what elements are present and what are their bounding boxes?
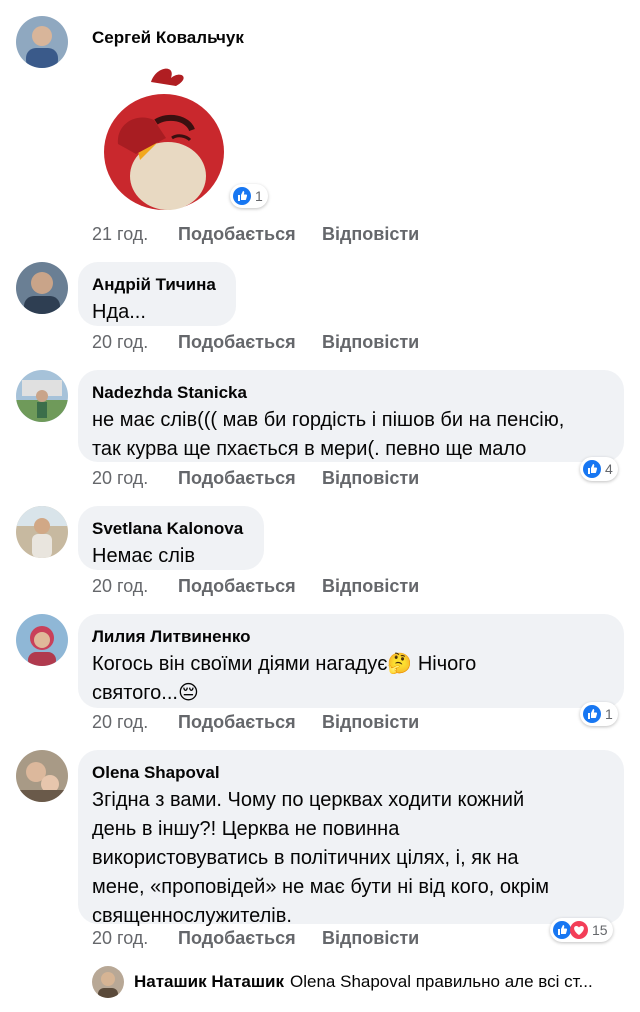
- comment-text-line: святого...😔: [92, 682, 199, 704]
- reply-preview[interactable]: Наташик Наташик Olena Shapoval правильно…: [92, 966, 593, 998]
- comment-text-line: Згідна з вами. Чому по церквах ходити ко…: [92, 789, 525, 811]
- comment-meta: 20 год. Подобається Відповісти: [92, 332, 419, 353]
- comment-bubble: Olena Shapoval Згідна з вами. Чому по це…: [78, 750, 624, 927]
- comment-text-line: не має слів((( мав би гордість і пішов б…: [92, 409, 565, 431]
- avatar[interactable]: [16, 16, 68, 68]
- comment-text: Згідна з вами. Чому по церквах ходити ко…: [92, 786, 610, 931]
- reaction-count-value: 4: [605, 461, 613, 477]
- like-button[interactable]: Подобається: [178, 224, 322, 245]
- comment-time[interactable]: 20 год.: [92, 468, 178, 489]
- comment-text: не має слів((( мав би гордість і пішов б…: [92, 406, 610, 464]
- comment-meta: 20 год. Подобається Відповісти: [92, 468, 419, 489]
- comment-author[interactable]: Olena Shapoval: [92, 762, 610, 784]
- comment-time[interactable]: 20 год.: [92, 332, 178, 353]
- comment-meta: 20 год. Подобається Відповісти: [92, 928, 419, 949]
- comment-author[interactable]: Nadezhda Stanicka: [92, 382, 610, 404]
- angry-bird-sticker: [96, 64, 226, 214]
- reaction-count[interactable]: 1: [230, 184, 268, 208]
- comment-text-line: використовуватись в політичних цілях, і,…: [92, 847, 519, 869]
- like-button[interactable]: Подобається: [178, 576, 322, 597]
- comment-text: Немає слів: [92, 545, 195, 567]
- comment-time[interactable]: 20 год.: [92, 576, 178, 597]
- reply-text: Olena Shapoval правильно але всі ст...: [290, 972, 593, 991]
- comment-meta: 20 год. Подобається Відповісти: [92, 712, 419, 733]
- avatar[interactable]: [16, 506, 68, 558]
- comment-text-line: мене, «проповідей» не має бути ні від ко…: [92, 876, 550, 898]
- avatar[interactable]: [16, 750, 68, 802]
- comment-meta: 20 год. Подобається Відповісти: [92, 576, 419, 597]
- reply-button[interactable]: Відповісти: [322, 224, 419, 245]
- comment-time[interactable]: 21 год.: [92, 224, 178, 245]
- reaction-count[interactable]: 4: [580, 457, 618, 481]
- comment-text-line: так курва ще пхається в мери(. певно ще …: [92, 438, 527, 460]
- like-reaction-icon: [583, 705, 601, 723]
- comment-author[interactable]: Андрій Тичина: [92, 274, 222, 296]
- comment-text: Когось він своїми діями нагадує🤔 Нічого …: [92, 650, 610, 708]
- comment-bubble: Лилия Литвиненко Когось він своїми діями…: [78, 614, 624, 708]
- like-button[interactable]: Подобається: [178, 712, 322, 733]
- comment-text-line: Когось він своїми діями нагадує🤔 Нічого: [92, 653, 477, 675]
- comment-bubble: Андрій Тичина Нда...: [78, 262, 236, 326]
- comment-bubble: Nadezhda Stanicka не має слів((( мав би …: [78, 370, 624, 462]
- like-reaction-icon: [233, 187, 251, 205]
- comment-text-line: священнослужителів.: [92, 905, 292, 927]
- like-button[interactable]: Подобається: [178, 928, 322, 949]
- reply-button[interactable]: Відповісти: [322, 468, 419, 489]
- like-button[interactable]: Подобається: [178, 468, 322, 489]
- comment-bubble: Svetlana Kalonova Немає слів: [78, 506, 264, 570]
- like-button[interactable]: Подобається: [178, 332, 322, 353]
- avatar[interactable]: [16, 614, 68, 666]
- reaction-count[interactable]: 15: [550, 918, 613, 942]
- love-reaction-icon: [570, 921, 588, 939]
- reply-author[interactable]: Наташик Наташик: [134, 972, 284, 992]
- reaction-count-value: 1: [255, 188, 263, 204]
- comment-meta: 21 год. Подобається Відповісти: [92, 224, 419, 245]
- comment-author[interactable]: Svetlana Kalonova: [92, 518, 250, 540]
- avatar[interactable]: [16, 262, 68, 314]
- comment-author[interactable]: Лилия Литвиненко: [92, 626, 610, 648]
- avatar[interactable]: [92, 966, 124, 998]
- like-reaction-icon: [583, 460, 601, 478]
- comment-time[interactable]: 20 год.: [92, 712, 178, 733]
- comment-text-line: день в іншу?! Церква не повинна: [92, 818, 400, 840]
- reaction-count-value: 15: [592, 922, 608, 938]
- reply-button[interactable]: Відповісти: [322, 928, 419, 949]
- comment-time[interactable]: 20 год.: [92, 928, 178, 949]
- comment-author[interactable]: Сергей Ковальчук: [92, 27, 244, 49]
- reaction-count[interactable]: 1: [580, 702, 618, 726]
- reply-button[interactable]: Відповісти: [322, 576, 419, 597]
- reply-button[interactable]: Відповісти: [322, 332, 419, 353]
- avatar[interactable]: [16, 370, 68, 422]
- reply-button[interactable]: Відповісти: [322, 712, 419, 733]
- comment-text: Нда...: [92, 301, 146, 323]
- reaction-count-value: 1: [605, 706, 613, 722]
